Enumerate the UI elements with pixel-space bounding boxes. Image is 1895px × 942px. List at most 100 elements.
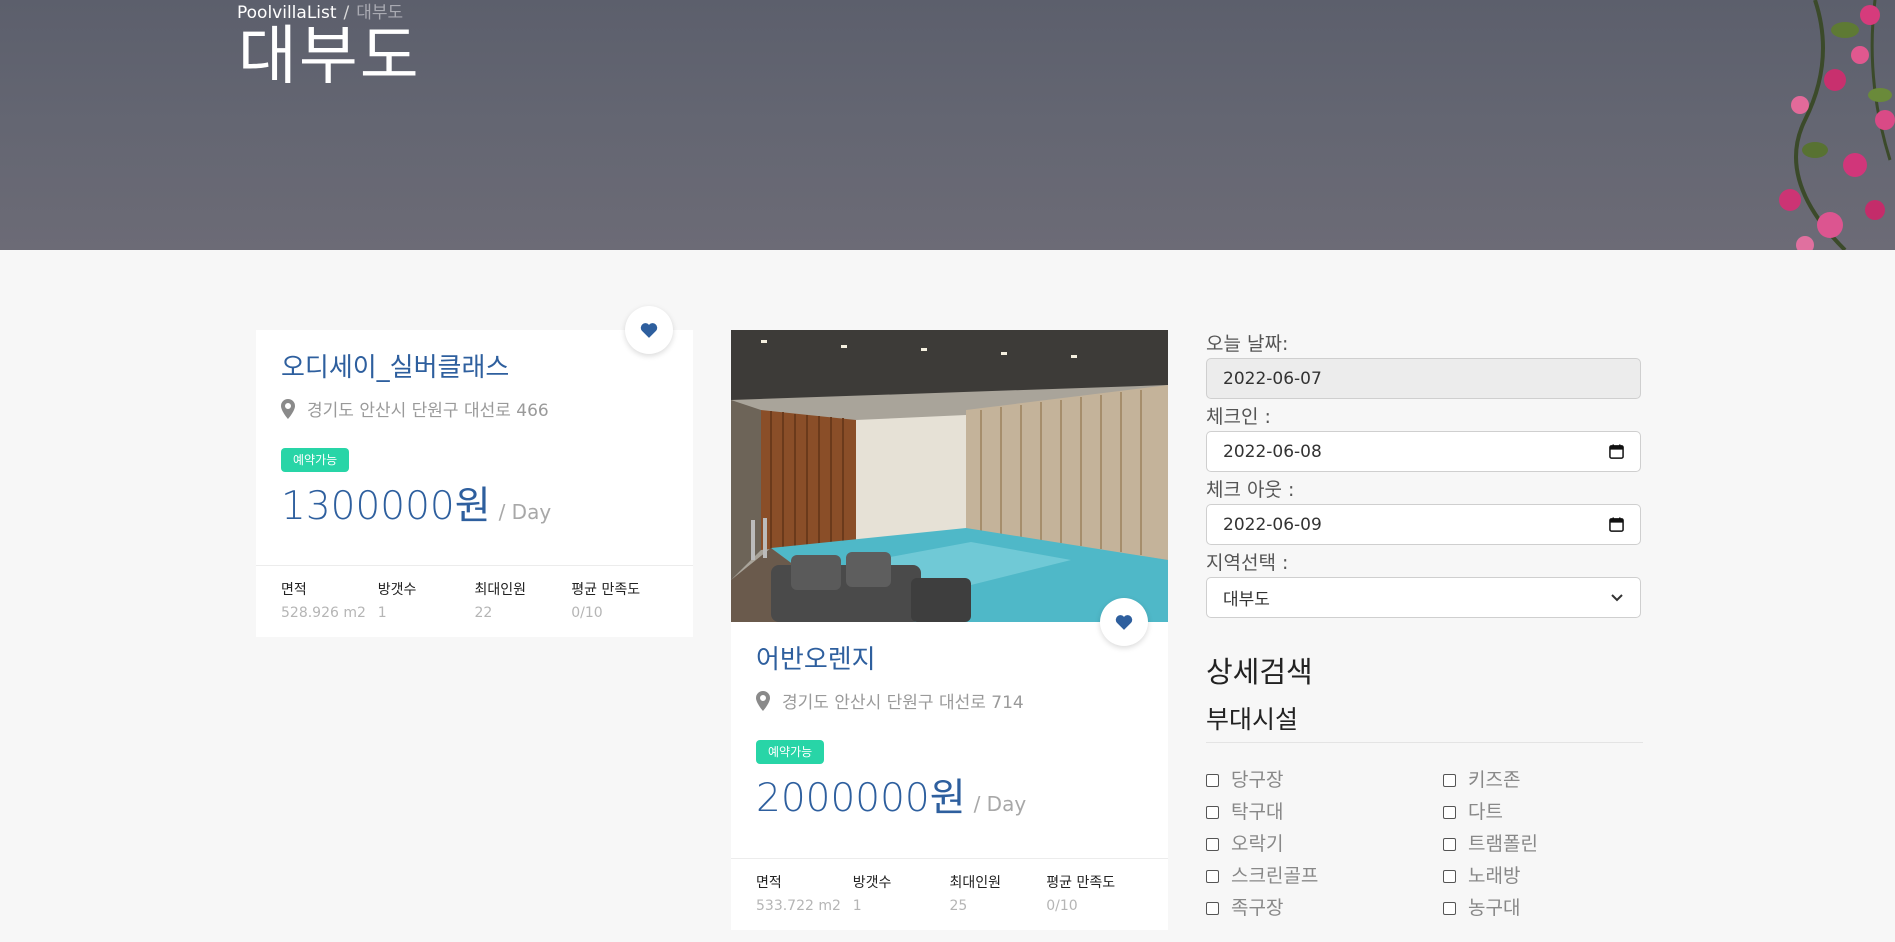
price-unit: / Day — [973, 792, 1027, 816]
facility-label: 다트 — [1468, 801, 1503, 823]
map-pin-icon — [756, 690, 770, 711]
today-date-value: 2022-06-07 — [1223, 368, 1322, 389]
stat-rating: 평균 만족도 0/10 — [571, 580, 668, 623]
price-row: 1300000원 / Day — [281, 482, 668, 532]
listing-address: 경기도 안산시 단원구 대선로 714 — [756, 688, 1143, 713]
heart-icon — [1115, 615, 1133, 630]
checkbox[interactable] — [1206, 837, 1219, 851]
price-row: 2000000원 / Day — [756, 774, 1143, 824]
checkin-date-input[interactable]: 2022-06-08 — [1206, 431, 1641, 472]
flower-decoration — [1779, 0, 1895, 250]
stat-value: 22 — [474, 605, 493, 621]
stat-value: 0/10 — [571, 605, 603, 621]
search-sidebar: 오늘 날짜: 2022-06-07 체크인 : 2022-06-08 체크 아웃… — [1206, 330, 1643, 921]
facility-checkbox-billiards[interactable]: 당구장 — [1206, 767, 1443, 793]
facilities-title: 부대시설 — [1206, 702, 1643, 743]
favorite-button[interactable] — [625, 306, 673, 354]
checkin-date-value: 2022-06-08 — [1223, 441, 1322, 462]
stat-label: 면적 — [756, 875, 782, 891]
facility-label: 당구장 — [1231, 769, 1284, 791]
listing-price: 1300000원 — [281, 484, 491, 529]
stat-label: 최대인원 — [474, 582, 527, 598]
stat-rooms: 방갯수 1 — [853, 873, 950, 916]
listing-address-text: 경기도 안산시 단원구 대선로 466 — [307, 401, 549, 421]
hero-banner: PoolvillaList / 대부도 대부도 — [0, 0, 1895, 250]
facilities-list: 당구장 키즈존 탁구대 다트 오락기 트램폴린 스크린골프 노래방 족구장 농구… — [1206, 767, 1643, 921]
stat-rating: 평균 만족도 0/10 — [1046, 873, 1143, 916]
facility-label: 스크린골프 — [1231, 865, 1319, 887]
stat-max-guests: 최대인원 25 — [950, 873, 1047, 916]
stat-label: 평균 만족도 — [1046, 875, 1116, 891]
facility-label: 농구대 — [1468, 897, 1521, 919]
facility-checkbox-arcade[interactable]: 오락기 — [1206, 831, 1443, 857]
checkout-date-value: 2022-06-09 — [1223, 514, 1322, 535]
listing-name-link[interactable]: 오디세이_실버클래스 — [281, 350, 668, 386]
listing-price: 2000000원 — [756, 776, 966, 821]
listing-photo[interactable] — [731, 330, 1168, 622]
price-unit: / Day — [498, 500, 552, 524]
facility-label: 오락기 — [1231, 833, 1284, 855]
page-title: 대부도 — [238, 20, 421, 94]
checkbox[interactable] — [1443, 901, 1456, 915]
region-label: 지역선택 : — [1206, 552, 1289, 574]
checkbox[interactable] — [1443, 805, 1456, 819]
today-label: 오늘 날짜: — [1206, 333, 1289, 355]
listing-card[interactable]: 오디세이_실버클래스 경기도 안산시 단원구 대선로 466 예약가능 1300… — [256, 306, 693, 637]
facility-label: 노래방 — [1468, 865, 1521, 887]
checkbox[interactable] — [1443, 837, 1456, 851]
facility-checkbox-darts[interactable]: 다트 — [1443, 799, 1643, 825]
checkbox[interactable] — [1206, 773, 1219, 787]
listing-card[interactable]: 어반오렌지 경기도 안산시 단원구 대선로 714 예약가능 2000000원 … — [731, 330, 1168, 930]
checkout-label: 체크 아웃 : — [1206, 479, 1295, 501]
checkbox[interactable] — [1206, 869, 1219, 883]
map-pin-icon — [281, 398, 295, 419]
stat-value: 533.722 m2 — [756, 898, 841, 914]
checkin-label: 체크인 : — [1206, 406, 1271, 428]
listing-card-body: 어반오렌지 경기도 안산시 단원구 대선로 714 예약가능 2000000원 … — [756, 642, 1143, 824]
detail-search-title: 상세검색 — [1206, 655, 1313, 689]
listing-address: 경기도 안산시 단원구 대선로 466 — [281, 396, 668, 421]
availability-badge: 예약가능 — [756, 740, 825, 764]
facility-checkbox-basketball[interactable]: 농구대 — [1443, 895, 1643, 921]
stat-area: 면적 533.722 m2 — [756, 873, 853, 916]
checkout-date-input[interactable]: 2022-06-09 — [1206, 504, 1641, 545]
checkbox[interactable] — [1206, 805, 1219, 819]
heart-icon — [640, 323, 658, 338]
listing-address-text: 경기도 안산시 단원구 대선로 714 — [782, 693, 1024, 713]
favorite-button[interactable] — [1100, 598, 1148, 646]
listing-stats: 면적 533.722 m2 방갯수 1 최대인원 25 평균 만족도 0/10 — [731, 858, 1168, 916]
facility-label: 족구장 — [1231, 897, 1284, 919]
stat-max-guests: 최대인원 22 — [475, 580, 572, 623]
stat-label: 평균 만족도 — [571, 582, 641, 598]
listing-card-body: 오디세이_실버클래스 경기도 안산시 단원구 대선로 466 예약가능 1300… — [281, 350, 668, 532]
checkbox[interactable] — [1443, 773, 1456, 787]
listing-name-link[interactable]: 어반오렌지 — [756, 642, 1143, 678]
stat-label: 면적 — [281, 582, 307, 598]
pool-photo-illustration — [731, 330, 1168, 622]
stat-value: 25 — [949, 898, 968, 914]
facility-checkbox-karaoke[interactable]: 노래방 — [1443, 863, 1643, 889]
facility-checkbox-kids-zone[interactable]: 키즈존 — [1443, 767, 1643, 793]
facility-checkbox-screen-golf[interactable]: 스크린골프 — [1206, 863, 1443, 889]
stat-rooms: 방갯수 1 — [378, 580, 475, 623]
stat-value: 1 — [852, 898, 862, 914]
facility-label: 트램폴린 — [1468, 833, 1538, 855]
facility-checkbox-foot-volleyball[interactable]: 족구장 — [1206, 895, 1443, 921]
calendar-icon[interactable] — [1609, 444, 1624, 459]
region-select[interactable]: 대부도 — [1206, 577, 1641, 618]
stat-label: 방갯수 — [377, 582, 417, 598]
facility-checkbox-trampoline[interactable]: 트램폴린 — [1443, 831, 1643, 857]
stat-value: 1 — [377, 605, 387, 621]
listing-stats: 면적 528.926 m2 방갯수 1 최대인원 22 평균 만족도 0/10 — [256, 565, 693, 623]
stat-value: 528.926 m2 — [281, 605, 366, 621]
chevron-down-icon — [1611, 593, 1623, 601]
facility-label: 탁구대 — [1231, 801, 1284, 823]
checkbox[interactable] — [1206, 901, 1219, 915]
stat-label: 방갯수 — [852, 875, 892, 891]
stat-label: 최대인원 — [949, 875, 1002, 891]
calendar-icon[interactable] — [1609, 517, 1624, 532]
checkbox[interactable] — [1443, 869, 1456, 883]
availability-badge: 예약가능 — [281, 448, 350, 472]
today-date-field: 2022-06-07 — [1206, 358, 1641, 399]
facility-checkbox-table-tennis[interactable]: 탁구대 — [1206, 799, 1443, 825]
